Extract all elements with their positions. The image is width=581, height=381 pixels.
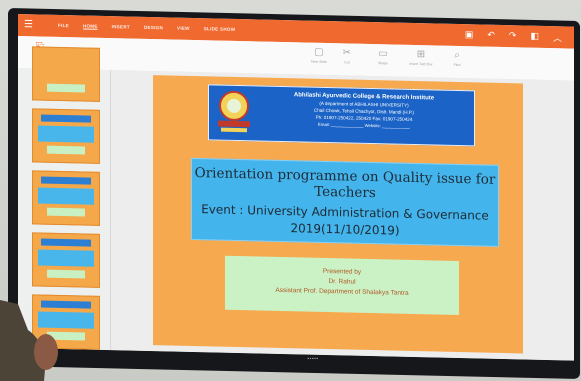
- thumbnail-header-block: [41, 238, 91, 247]
- search-icon: ⌕: [454, 49, 460, 62]
- slide-thumbnail[interactable]: [32, 108, 100, 164]
- collapse-ribbon-icon[interactable]: ︿: [553, 31, 562, 44]
- thumbnail-footer-block: [47, 207, 85, 217]
- tab-slide-show[interactable]: SLIDE SHOW: [204, 26, 236, 32]
- slide-title: Orientation programme on Quality issue f…: [194, 165, 496, 202]
- institution-details: Abhilashi Ayurvedic College & Research I…: [259, 90, 469, 131]
- cut-label: Cut: [344, 60, 350, 65]
- person-arm-foreground: [0, 300, 58, 381]
- tab-view[interactable]: VIEW: [177, 26, 190, 31]
- redo-icon[interactable]: ↷: [509, 30, 517, 43]
- shape-icon: ▭: [378, 48, 388, 60]
- current-slide[interactable]: Abhilashi Ayurvedic College & Research I…: [153, 75, 523, 354]
- title-box[interactable]: Orientation programme on Quality issue f…: [191, 157, 499, 247]
- undo-icon[interactable]: ↶: [487, 30, 495, 43]
- presenter-box[interactable]: Presented by Dr. Rahul Assistant Prof. D…: [225, 255, 459, 316]
- save-icon[interactable]: ▣: [465, 29, 474, 42]
- slide-thumbnail[interactable]: [32, 46, 100, 102]
- slide-thumbnail[interactable]: [32, 232, 100, 288]
- slide-editing-area[interactable]: Abhilashi Ayurvedic College & Research I…: [111, 70, 574, 361]
- tab-home[interactable]: HOME: [83, 23, 98, 28]
- text-box-label: Insert Text Box: [409, 61, 433, 67]
- event-line: Event : University Administration & Gove…: [201, 202, 489, 238]
- new-slide-icon: ▢: [314, 46, 324, 58]
- layout-icon[interactable]: ◧: [530, 31, 539, 44]
- thumbnail-footer-block: [47, 145, 85, 155]
- thumbnail-header-block: [41, 176, 91, 185]
- presentation-app-screen: ☰ FILE HOME INSERT DESIGN VIEW SLIDE SHO…: [18, 14, 574, 361]
- event-label: Event: [201, 202, 236, 217]
- college-logo-icon: [218, 90, 250, 133]
- shape-label: Shape: [377, 61, 389, 66]
- insert-text-box-button[interactable]: ⊞ Insert Text Box: [406, 48, 436, 67]
- ribbon-tabs: FILE HOME INSERT DESIGN VIEW SLIDE SHOW: [58, 23, 235, 32]
- hamburger-menu-icon[interactable]: ☰: [24, 19, 33, 30]
- find-label: Find: [453, 62, 461, 68]
- tab-file[interactable]: FILE: [58, 23, 69, 28]
- event-text: University Administration & Governance 2…: [247, 203, 489, 238]
- text-box-icon: ⊞: [416, 49, 426, 61]
- tab-insert[interactable]: INSERT: [112, 24, 130, 29]
- thumbnail-title-block: [38, 125, 94, 143]
- thumbnail-title-block: [38, 187, 94, 205]
- thumbnail-footer-block: [47, 83, 85, 93]
- cut-icon: ✂: [342, 47, 352, 59]
- thumbnail-footer-block: [47, 269, 85, 279]
- new-slide-label: New Slide: [311, 59, 327, 65]
- thumbnail-title-block: [38, 249, 94, 267]
- tab-design[interactable]: DESIGN: [144, 25, 163, 30]
- find-button[interactable]: ⌕ Find: [442, 49, 472, 68]
- new-slide-button[interactable]: ▢ New Slide: [304, 45, 334, 64]
- display-brand-logo: ▪▪▪▪▪: [307, 356, 319, 362]
- institution-header[interactable]: Abhilashi Ayurvedic College & Research I…: [208, 84, 475, 147]
- shape-button[interactable]: ▭ Shape: [368, 47, 398, 66]
- slide-thumbnail[interactable]: [32, 170, 100, 226]
- thumbnail-header-block: [41, 114, 91, 123]
- window-controls: ▣ ↶ ↷ ◧ ︿: [465, 29, 562, 44]
- cut-button[interactable]: ✂ Cut: [332, 46, 362, 65]
